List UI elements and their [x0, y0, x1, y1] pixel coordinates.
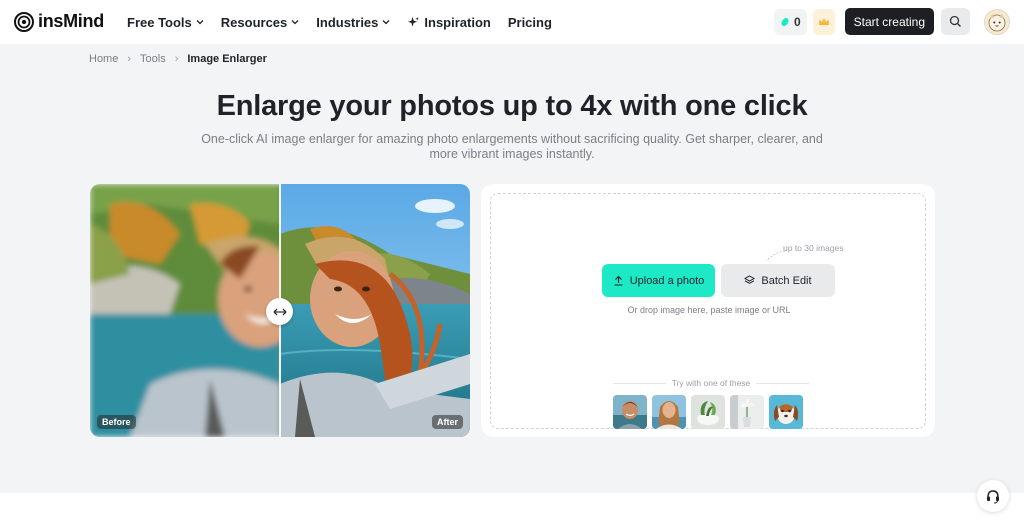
- headset-icon: [987, 490, 999, 504]
- credit-icon: [781, 17, 789, 26]
- before-after-compare[interactable]: Before After: [90, 184, 470, 437]
- man-portrait-thumbnail: [613, 395, 647, 429]
- crown-icon: [818, 17, 829, 25]
- batch-edit-button[interactable]: Batch Edit: [721, 264, 835, 297]
- menu-industries-label: Industries: [316, 14, 379, 30]
- drop-hint: Or drop image here, paste image or URL: [627, 305, 791, 315]
- drop-zone[interactable]: up to 30 images Upload a photo Batch Edi…: [490, 193, 926, 429]
- plant-pot-thumbnail: [691, 395, 725, 429]
- before-label: Before: [97, 415, 136, 429]
- samples-label: Try with one of these: [671, 378, 751, 388]
- sparkle-icon: [408, 16, 420, 27]
- top-nav: insMind Free Tools Resources Industries …: [0, 0, 1024, 44]
- main-menu: Free Tools Resources Industries Inspirat…: [127, 0, 552, 44]
- after-label: After: [431, 415, 463, 429]
- batch-edit-label: Batch Edit: [761, 274, 812, 287]
- menu-free-tools-label: Free Tools: [127, 14, 192, 30]
- chevron-down-icon: [291, 20, 299, 25]
- arrows-horizontal-icon: [273, 308, 286, 315]
- compare-slider-handle[interactable]: [266, 298, 293, 325]
- brand-logo[interactable]: insMind: [14, 11, 104, 32]
- sample-plant-pot[interactable]: [691, 395, 725, 429]
- menu-pricing[interactable]: Pricing: [508, 15, 552, 30]
- search-icon: [949, 15, 961, 27]
- breadcrumb-chevron-icon: ›: [127, 53, 132, 65]
- brand-name: insMind: [38, 11, 104, 31]
- dog-thumbnail: [769, 395, 803, 429]
- menu-industries[interactable]: Industries: [316, 15, 390, 30]
- premium-button[interactable]: [812, 8, 835, 35]
- sample-man-portrait[interactable]: [613, 395, 647, 429]
- menu-pricing-label: Pricing: [507, 14, 552, 30]
- nav-actions: 0 Start creating: [773, 8, 1010, 35]
- chevron-down-icon: [196, 20, 204, 25]
- upload-photo-label: Upload a photo: [629, 274, 705, 287]
- credits-badge[interactable]: 0: [773, 8, 807, 35]
- breadcrumb-current: Image Enlarger: [187, 53, 267, 65]
- divider: [613, 382, 666, 384]
- sample-dog[interactable]: [769, 395, 803, 429]
- menu-inspiration[interactable]: Inspiration: [407, 14, 491, 30]
- chevron-down-icon: [382, 20, 390, 25]
- sample-thumbnails: [613, 395, 803, 429]
- breadcrumb-tools[interactable]: Tools: [140, 53, 166, 65]
- breadcrumb-chevron-icon: ›: [174, 53, 179, 65]
- upload-icon: [614, 275, 623, 286]
- breadcrumb: Home › Tools › Image Enlarger: [89, 53, 267, 65]
- batch-limit-note: up to 30 images: [783, 243, 844, 253]
- page-title: Enlarge your photos up to 4x with one cl…: [216, 90, 808, 122]
- credits-count: 0: [793, 14, 801, 29]
- search-button[interactable]: [941, 8, 970, 35]
- support-chat-button[interactable]: [977, 480, 1009, 512]
- menu-resources[interactable]: Resources: [221, 15, 299, 30]
- layers-icon: [744, 275, 756, 284]
- avatar-face-icon: [988, 13, 1006, 31]
- sample-flower-vase[interactable]: [730, 395, 764, 429]
- user-avatar[interactable]: [984, 8, 1010, 35]
- page-subtitle: One-click AI image enlarger for amazing …: [201, 132, 823, 161]
- breadcrumb-home[interactable]: Home: [89, 53, 118, 65]
- woman-portrait-thumbnail: [652, 395, 686, 429]
- insmind-logo-icon: [14, 11, 34, 32]
- samples-header: Try with one of these: [613, 378, 809, 388]
- menu-resources-label: Resources: [220, 14, 288, 30]
- upload-photo-button[interactable]: Upload a photo: [602, 264, 715, 297]
- next-section: [0, 493, 1024, 525]
- upload-panel: up to 30 images Upload a photo Batch Edi…: [481, 184, 935, 437]
- divider: [756, 382, 809, 384]
- menu-free-tools[interactable]: Free Tools: [127, 15, 204, 30]
- flower-vase-thumbnail: [730, 395, 764, 429]
- menu-inspiration-label: Inspiration: [424, 14, 491, 30]
- start-creating-button[interactable]: Start creating: [844, 8, 934, 35]
- sample-woman-portrait[interactable]: [652, 395, 686, 429]
